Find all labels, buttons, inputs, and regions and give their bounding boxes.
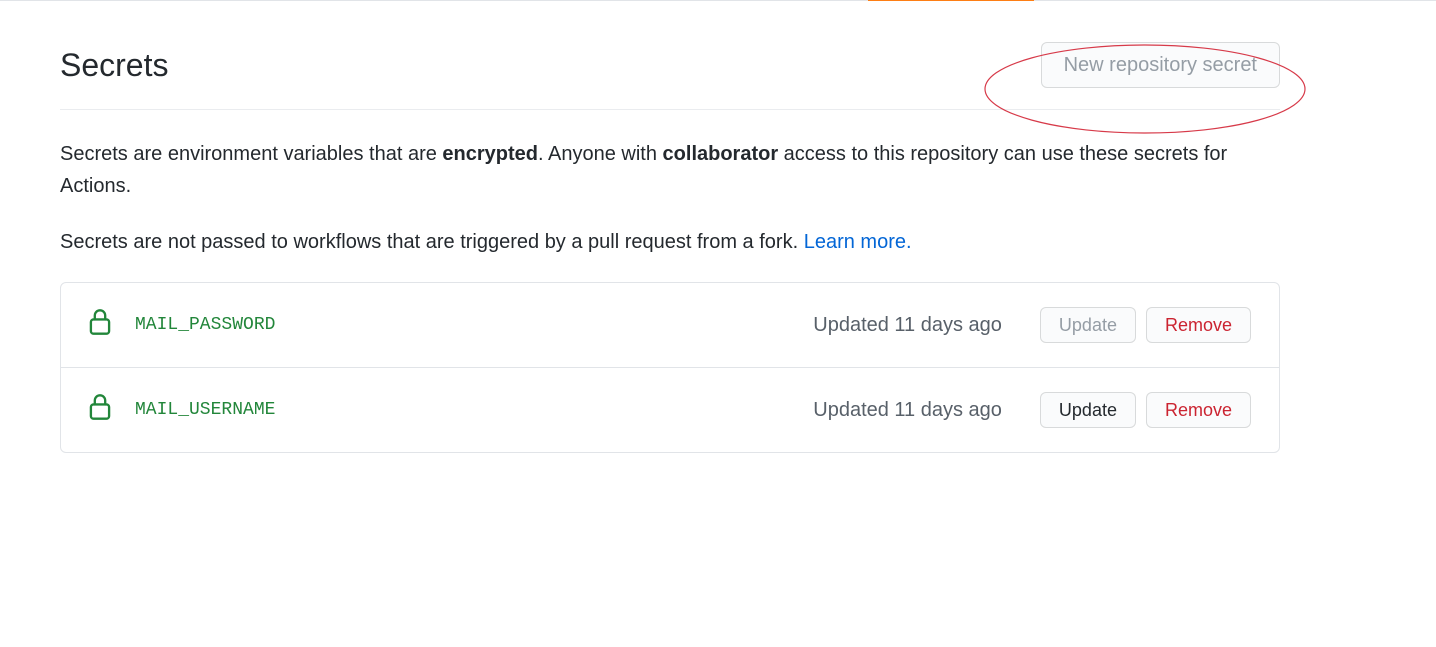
learn-more-link[interactable]: Learn more. xyxy=(804,231,912,253)
secret-updated-time: Updated 11 days ago xyxy=(813,310,1002,340)
desc-text: . Anyone with xyxy=(538,143,663,165)
description-paragraph-2: Secrets are not passed to workflows that… xyxy=(60,226,1280,258)
remove-button[interactable]: Remove xyxy=(1146,392,1251,428)
update-button[interactable]: Update xyxy=(1040,307,1136,343)
description-paragraph-1: Secrets are environment variables that a… xyxy=(60,138,1280,202)
desc-bold-encrypted: encrypted xyxy=(442,143,538,165)
remove-button[interactable]: Remove xyxy=(1146,307,1251,343)
main-container: Secrets New repository secret Secrets ar… xyxy=(0,1,1340,473)
header-row: Secrets New repository secret xyxy=(60,41,1280,110)
desc-bold-collaborator: collaborator xyxy=(663,143,779,165)
secret-row: MAIL_USERNAMEUpdated 11 days ago Update Re… xyxy=(61,367,1279,452)
description-block: Secrets are environment variables that a… xyxy=(60,138,1280,258)
secret-name: MAIL_USERNAME xyxy=(135,397,813,424)
secret-name: MAIL_PASSWORD xyxy=(135,312,813,339)
desc-text: Secrets are not passed to workflows that… xyxy=(60,231,804,253)
lock-icon xyxy=(89,394,111,426)
secret-updated-time: Updated 11 days ago xyxy=(813,395,1002,425)
secret-row: MAIL_PASSWORDUpdated 11 days ago Update Re… xyxy=(61,283,1279,367)
update-button[interactable]: Update xyxy=(1040,392,1136,428)
lock-icon xyxy=(89,309,111,341)
secrets-list: MAIL_PASSWORDUpdated 11 days agoUpdateRe… xyxy=(60,282,1280,453)
new-repository-secret-button[interactable]: New repository secret xyxy=(1041,42,1280,88)
desc-text: Secrets are environment variables that a… xyxy=(60,143,442,165)
page-title: Secrets xyxy=(60,41,168,89)
